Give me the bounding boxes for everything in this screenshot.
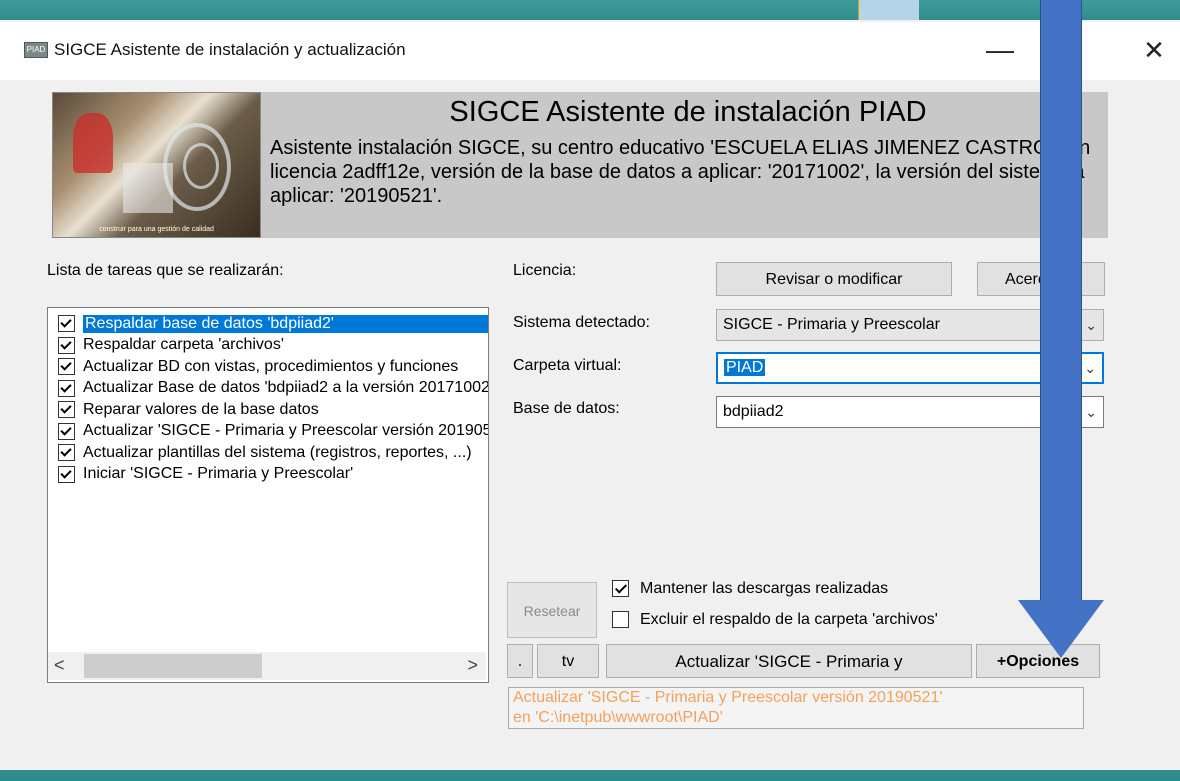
exclude-backup-label[interactable]: Excluir el respaldo de la carpeta 'archi… (640, 611, 938, 629)
task-label: Actualizar plantillas del sistema (regis… (83, 443, 472, 461)
banner-photo: construir para una gestión de calidad (52, 92, 261, 238)
checkbox-checked-icon[interactable] (58, 422, 75, 440)
task-list-header: Lista de tareas que se realizarán: (47, 262, 284, 279)
task-label: Respaldar carpeta 'archivos' (83, 336, 284, 354)
dot-button[interactable]: . (507, 644, 533, 678)
task-item[interactable]: Actualizar Base de datos 'bdpiiad2 a la … (48, 378, 488, 400)
taskbar (0, 0, 1180, 20)
horizontal-scrollbar[interactable]: < > (48, 652, 486, 680)
annotation-arrow-head-icon (1018, 600, 1104, 658)
system-label: Sistema detectado: (513, 314, 650, 331)
checkbox-checked-icon[interactable] (58, 315, 75, 333)
task-label: Reparar valores de la base datos (83, 400, 319, 418)
task-item[interactable]: Actualizar plantillas del sistema (regis… (48, 442, 488, 464)
task-item[interactable]: Respaldar carpeta 'archivos' (48, 335, 488, 357)
task-item[interactable]: Reparar valores de la base datos (48, 399, 488, 421)
task-label: Respaldar base de datos 'bdpiiad2' (83, 314, 488, 333)
task-item[interactable]: Respaldar base de datos 'bdpiiad2' (48, 313, 488, 335)
banner-description: Asistente instalación SIGCE, su centro e… (270, 137, 1091, 207)
update-button[interactable]: Actualizar 'SIGCE - Primaria y (606, 644, 972, 678)
exclude-backup-checkbox[interactable] (612, 611, 629, 628)
checkbox-checked-icon[interactable] (58, 336, 75, 354)
license-label: Licencia: (513, 262, 577, 279)
reset-button[interactable]: Resetear (507, 582, 597, 638)
checkbox-checked-icon[interactable] (58, 444, 75, 462)
task-item[interactable]: Actualizar 'SIGCE - Primaria y Preescola… (48, 421, 488, 443)
task-label: Actualizar 'SIGCE - Primaria y Preescola… (83, 422, 488, 440)
checkbox-checked-icon[interactable] (58, 358, 75, 376)
task-label: Iniciar 'SIGCE - Primaria y Preescolar' (83, 465, 354, 483)
system-value: SIGCE - Primaria y Preescolar (723, 316, 940, 333)
keep-downloads-label[interactable]: Mantener las descargas realizadas (640, 580, 888, 598)
tv-button[interactable]: tv (537, 644, 599, 678)
task-list[interactable]: Respaldar base de datos 'bdpiiad2' Respa… (47, 307, 489, 683)
chevron-down-icon[interactable]: ⌄ (1085, 397, 1097, 427)
checkbox-checked-icon[interactable] (58, 379, 75, 397)
database-value: bdpiiad2 (723, 403, 784, 420)
task-item[interactable]: Actualizar BD con vistas, procedimientos… (48, 356, 488, 378)
status-line-2: en 'C:\inetpub\wwwroot\PIAD' (513, 709, 723, 726)
task-label: Actualizar BD con vistas, procedimientos… (83, 357, 459, 375)
review-license-button[interactable]: Revisar o modificar (716, 262, 952, 296)
virtual-folder-label: Carpeta virtual: (513, 357, 622, 374)
chevron-down-icon[interactable]: ⌄ (1085, 310, 1097, 340)
photo-caption: construir para una gestión de calidad (99, 226, 214, 233)
database-label: Base de datos: (513, 400, 620, 417)
checkbox-checked-icon[interactable] (58, 465, 75, 483)
annotation-arrow-shaft (1040, 0, 1082, 610)
task-item[interactable]: Iniciar 'SIGCE - Primaria y Preescolar' (48, 464, 488, 486)
scrollbar-thumb[interactable] (84, 654, 262, 678)
virtual-folder-value: PIAD (724, 359, 766, 376)
status-message: Actualizar 'SIGCE - Primaria y Preescola… (508, 687, 1084, 729)
window-title: SIGCE Asistente de instalación y actuali… (54, 40, 406, 59)
taskbar-app-icon[interactable] (858, 0, 919, 20)
task-label: Actualizar Base de datos 'bdpiiad2 a la … (83, 379, 488, 397)
status-line-1: Actualizar 'SIGCE - Primaria y Preescola… (513, 689, 943, 706)
keep-downloads-checkbox[interactable] (612, 580, 629, 597)
app-icon: PIAD (24, 42, 48, 58)
banner-title: SIGCE Asistente de instalación PIAD (449, 96, 927, 128)
taskbar-bottom (0, 770, 1180, 781)
scroll-right-icon[interactable]: > (467, 655, 478, 676)
scroll-left-icon[interactable]: < (54, 655, 65, 676)
chevron-down-icon[interactable]: ⌄ (1084, 354, 1096, 382)
checkbox-checked-icon[interactable] (58, 401, 75, 419)
minimize-button[interactable]: — (975, 30, 1025, 70)
close-button[interactable]: ✕ (1130, 30, 1178, 70)
